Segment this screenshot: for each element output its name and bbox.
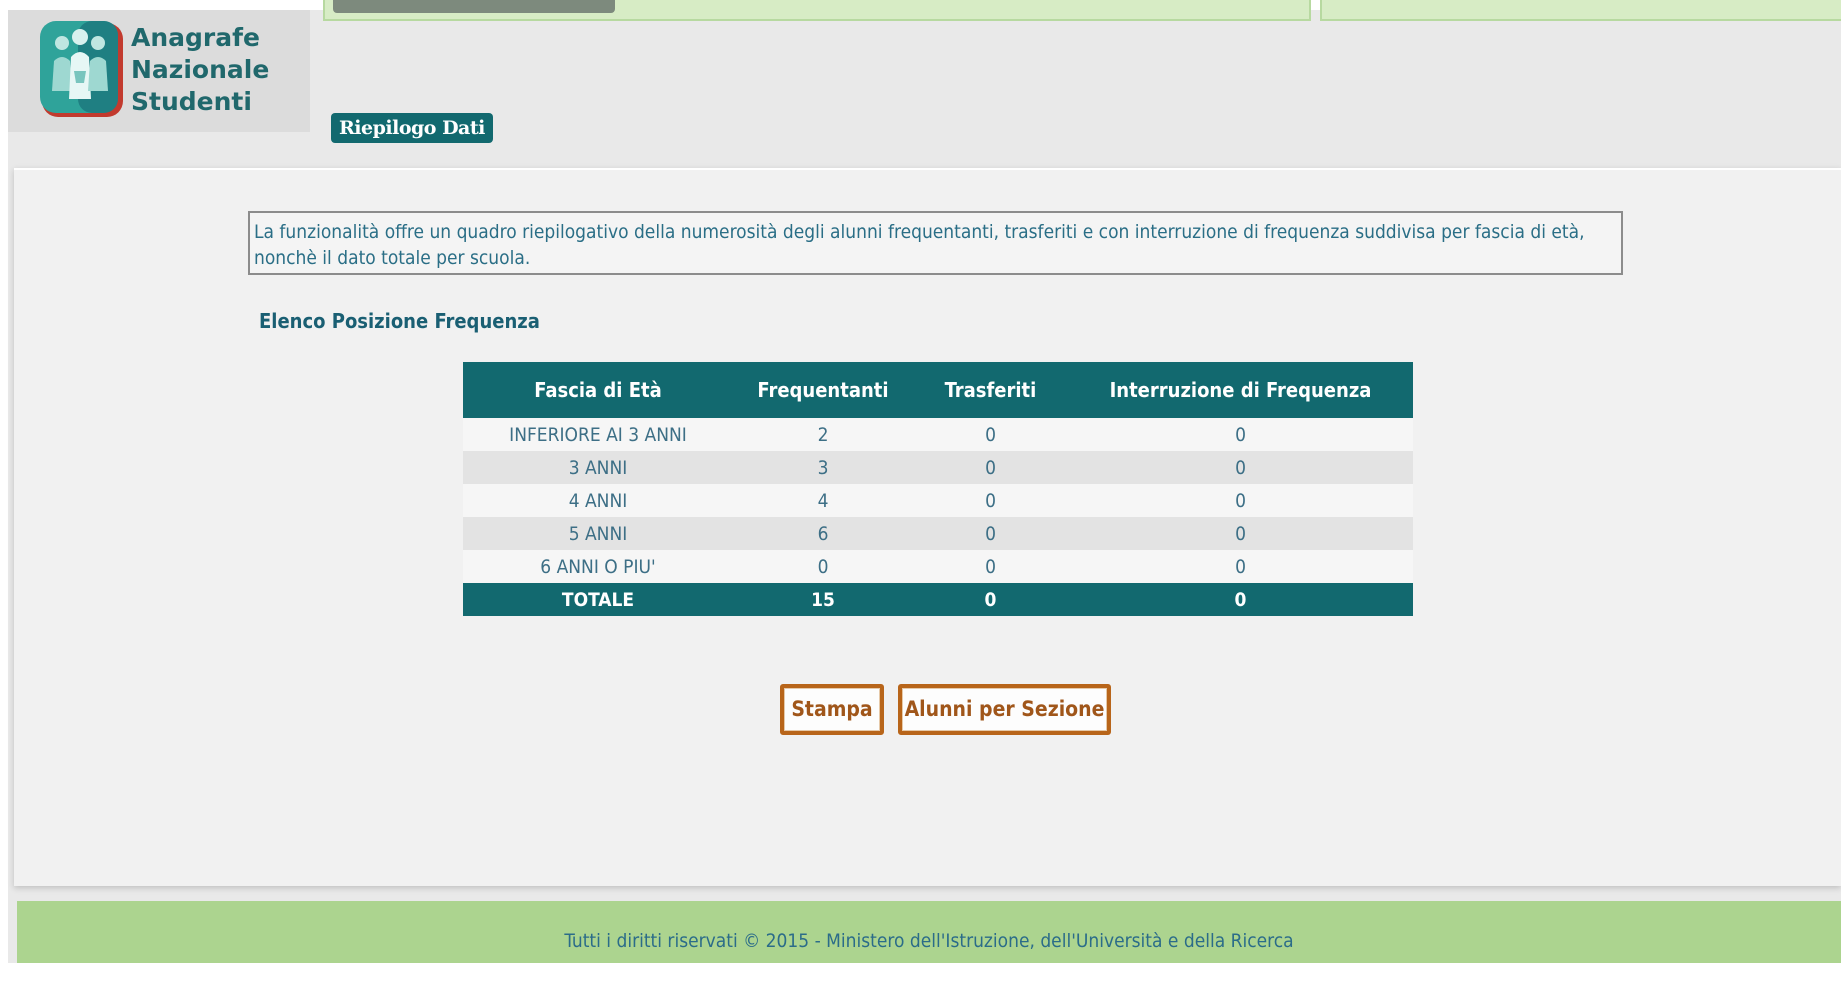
cell-age-range: INFERIORE AI 3 ANNI: [463, 418, 733, 451]
logo-line-3: Studenti: [131, 87, 252, 116]
cell-transferred: 0: [913, 484, 1068, 517]
cell-transferred: 0: [913, 451, 1068, 484]
table-row: 4 ANNI 4 0 0: [463, 484, 1413, 517]
logo-line-2: Nazionale: [131, 55, 270, 84]
description-box: La funzionalità offre un quadro riepilog…: [248, 211, 1623, 275]
students-by-section-button[interactable]: Alunni per Sezione: [898, 684, 1111, 735]
cell-interruption: 0: [1068, 418, 1413, 451]
table-row: INFERIORE AI 3 ANNI 2 0 0: [463, 418, 1413, 451]
column-header-attending: Frequentanti: [733, 362, 913, 418]
cell-attending: 2: [733, 418, 913, 451]
total-interruption: 0: [1068, 583, 1413, 616]
print-button[interactable]: Stampa: [780, 684, 884, 735]
description-line-1: La funzionalità offre un quadro riepilog…: [254, 221, 1585, 243]
footer: Tutti i diritti riservati © 2015 - Minis…: [17, 901, 1841, 963]
top-nav-active-tab[interactable]: [333, 0, 615, 13]
logo-line-1: Anagrafe: [131, 23, 260, 52]
cell-interruption: 0: [1068, 451, 1413, 484]
column-header-interruption: Interruzione di Frequenza: [1068, 362, 1413, 418]
total-transferred: 0: [913, 583, 1068, 616]
cell-transferred: 0: [913, 517, 1068, 550]
cell-age-range: 5 ANNI: [463, 517, 733, 550]
table-total-row: TOTALE 15 0 0: [463, 583, 1413, 616]
students-group-logo-icon: [40, 21, 123, 117]
page-title: Riepilogo Dati: [331, 113, 493, 143]
cell-attending: 4: [733, 484, 913, 517]
cell-interruption: 0: [1068, 484, 1413, 517]
column-header-age-range: Fascia di Età: [463, 362, 733, 418]
cell-attending: 0: [733, 550, 913, 583]
column-header-transferred: Trasferiti: [913, 362, 1068, 418]
top-nav-bar-right: [1320, 0, 1841, 21]
section-title: Elenco Posizione Frequenza: [259, 309, 540, 333]
table-row: 5 ANNI 6 0 0: [463, 517, 1413, 550]
cell-age-range: 4 ANNI: [463, 484, 733, 517]
cell-attending: 6: [733, 517, 913, 550]
table-header-row: Fascia di Età Frequentanti Trasferiti In…: [463, 362, 1413, 418]
frequency-table: Fascia di Età Frequentanti Trasferiti In…: [463, 362, 1413, 616]
total-label: TOTALE: [463, 583, 733, 616]
cell-transferred: 0: [913, 418, 1068, 451]
table-row: 3 ANNI 3 0 0: [463, 451, 1413, 484]
cell-age-range: 3 ANNI: [463, 451, 733, 484]
cell-attending: 3: [733, 451, 913, 484]
top-nav-bar-left: [323, 0, 1311, 21]
cell-interruption: 0: [1068, 550, 1413, 583]
total-attending: 15: [733, 583, 913, 616]
cell-age-range: 6 ANNI O PIU': [463, 550, 733, 583]
cell-transferred: 0: [913, 550, 1068, 583]
table-row: 6 ANNI O PIU' 0 0 0: [463, 550, 1413, 583]
footer-copyright: Tutti i diritti riservati © 2015 - Minis…: [564, 930, 1294, 952]
description-line-2: nonchè il dato totale per scuola.: [254, 247, 531, 269]
cell-interruption: 0: [1068, 517, 1413, 550]
logo-text: Anagrafe Nazionale Studenti: [131, 22, 269, 118]
